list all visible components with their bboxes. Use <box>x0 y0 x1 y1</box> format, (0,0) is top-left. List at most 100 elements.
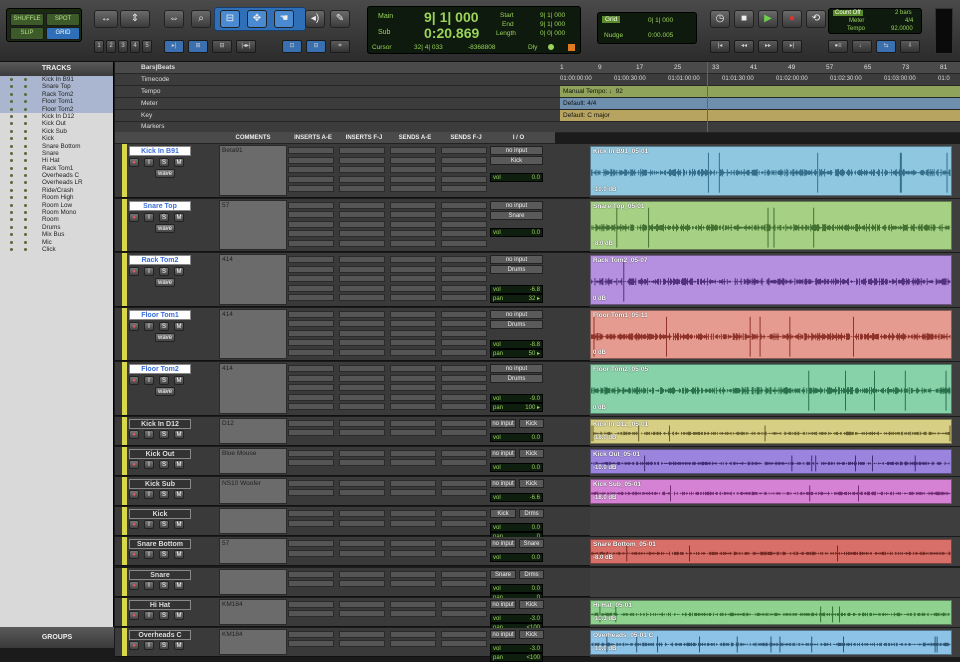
send-slot[interactable] <box>390 220 436 228</box>
online-icon[interactable]: ◷ <box>710 10 730 28</box>
insert-slot[interactable] <box>288 540 334 548</box>
insert-slot[interactable] <box>339 256 385 263</box>
track-comment[interactable]: KM184 <box>219 598 287 625</box>
insert-slot[interactable] <box>288 175 334 183</box>
mute-button[interactable]: M <box>174 610 184 620</box>
send-slot[interactable] <box>390 429 436 436</box>
output-selector[interactable]: Drums <box>490 374 543 383</box>
track-show-hide-icon[interactable] <box>10 159 13 163</box>
input-selector[interactable]: no input <box>490 629 516 639</box>
insert-slot[interactable] <box>288 239 334 247</box>
track-comment[interactable]: Blue Mouse <box>219 447 287 474</box>
insert-slot[interactable] <box>288 384 334 391</box>
send-slot[interactable] <box>441 201 487 209</box>
volume-readout[interactable]: vol 0.0 <box>490 432 543 442</box>
track-name[interactable]: Hi Hat <box>129 599 191 610</box>
volume-value[interactable]: -9.0 <box>530 395 540 403</box>
pencil-tool-icon[interactable]: ✎ <box>330 10 350 28</box>
insert-slot[interactable] <box>339 320 385 327</box>
insert-slot[interactable] <box>339 239 385 247</box>
input-monitor-icon[interactable]: I <box>144 376 154 385</box>
track-show-hide-icon[interactable] <box>10 122 13 126</box>
insert-slot[interactable] <box>339 630 385 638</box>
tracks-list-item[interactable]: Kick <box>0 135 113 142</box>
send-slot[interactable] <box>441 510 487 518</box>
insert-slot[interactable] <box>339 294 385 301</box>
insert-slot[interactable] <box>339 185 385 192</box>
tracks-list-item[interactable]: Floor Tom1 <box>0 98 113 106</box>
send-slot[interactable] <box>390 348 436 356</box>
track-comment[interactable]: 414 <box>219 254 287 305</box>
play-icon[interactable]: ▶ <box>758 10 778 28</box>
volume-readout[interactable]: vol 0.0 <box>490 553 543 563</box>
send-slot[interactable] <box>441 449 487 457</box>
output-selector[interactable]: Kick <box>519 448 544 458</box>
slip-mode-button[interactable]: SLIP <box>10 27 44 40</box>
track-comment[interactable]: KM184 <box>219 628 287 656</box>
send-slot[interactable] <box>390 365 436 372</box>
send-slot[interactable] <box>390 540 436 548</box>
insert-slot[interactable] <box>339 374 385 382</box>
mute-button[interactable]: M <box>174 489 184 499</box>
send-slot[interactable] <box>441 403 487 410</box>
input-selector[interactable]: no input <box>490 146 543 155</box>
insert-slot[interactable] <box>288 374 334 382</box>
volume-readout[interactable]: vol 0.0 <box>490 523 543 533</box>
track-show-hide-icon[interactable] <box>10 129 13 133</box>
send-slot[interactable] <box>390 265 436 273</box>
send-slot[interactable] <box>441 600 487 608</box>
mute-button[interactable]: M <box>174 321 184 331</box>
send-slot[interactable] <box>441 211 487 218</box>
conductor-icon[interactable]: ⇩ <box>900 40 920 53</box>
send-slot[interactable] <box>441 549 487 557</box>
output-selector[interactable]: Kick <box>519 418 544 428</box>
insert-slot[interactable] <box>339 365 385 372</box>
insert-slot[interactable] <box>339 147 385 154</box>
send-slot[interactable] <box>390 239 436 247</box>
track-playlist-lane[interactable]: Kick Out_05-01 -10.0 dB <box>590 446 960 476</box>
track-show-hide-icon[interactable] <box>10 114 13 118</box>
selector-tool-icon[interactable]: ✥ <box>247 10 267 28</box>
insert-slot[interactable] <box>288 580 334 587</box>
volume-value[interactable]: 0.0 <box>532 554 540 562</box>
commands-focus-icon[interactable]: ⌗ <box>330 40 350 53</box>
grabber-tool-icon[interactable]: ☚ <box>274 10 294 28</box>
send-slot[interactable] <box>390 600 436 608</box>
insert-slot[interactable] <box>339 175 385 183</box>
send-slot[interactable] <box>441 239 487 247</box>
audio-clip[interactable]: Kick Out_05-01 -10.0 dB <box>590 448 952 474</box>
track-playlist-lane[interactable]: Floor Tom2_05-05 0 dB <box>590 362 960 416</box>
send-slot[interactable] <box>390 640 436 648</box>
input-monitor-icon[interactable]: I <box>144 520 154 530</box>
tracks-list-item[interactable]: Kick Sub <box>0 128 113 135</box>
send-slot[interactable] <box>390 156 436 164</box>
insert-slot[interactable] <box>339 403 385 410</box>
link-track-icon[interactable]: ⊡ <box>282 40 302 53</box>
nudge-value[interactable]: 0:00.005 <box>648 32 673 39</box>
view-selector-button[interactable]: wave <box>155 278 175 287</box>
send-slot[interactable] <box>390 419 436 427</box>
view-selector-button[interactable]: wave <box>155 387 175 396</box>
track-comment[interactable]: D12 <box>219 417 287 444</box>
insert-slot[interactable] <box>288 220 334 228</box>
tracks-list-item[interactable]: Snare Bottom <box>0 143 113 150</box>
insert-slot[interactable] <box>288 211 334 218</box>
send-slot[interactable] <box>441 384 487 391</box>
insert-slot[interactable] <box>288 403 334 410</box>
solo-button[interactable]: S <box>159 550 169 560</box>
tab-to-transient-icon[interactable]: ▸| <box>164 40 184 53</box>
send-slot[interactable] <box>390 339 436 346</box>
track-name[interactable]: Floor Tom2 <box>129 364 191 374</box>
mirror-midi-icon[interactable]: ⊞ <box>188 40 208 53</box>
record-enable-icon[interactable]: ● <box>129 520 139 530</box>
send-slot[interactable] <box>441 489 487 497</box>
inserts-ae-header[interactable]: INSERTS A-E <box>288 132 338 144</box>
input-selector[interactable]: Snare <box>490 569 516 579</box>
volume-value[interactable]: -8.8 <box>530 341 540 349</box>
mute-button[interactable]: M <box>174 550 184 560</box>
track-name[interactable]: Kick In D12 <box>129 418 191 429</box>
view-selector-button[interactable]: wave <box>155 332 175 342</box>
insert-slot[interactable] <box>339 449 385 457</box>
insert-slot[interactable] <box>288 393 334 401</box>
track-show-hide-icon[interactable] <box>10 181 13 185</box>
